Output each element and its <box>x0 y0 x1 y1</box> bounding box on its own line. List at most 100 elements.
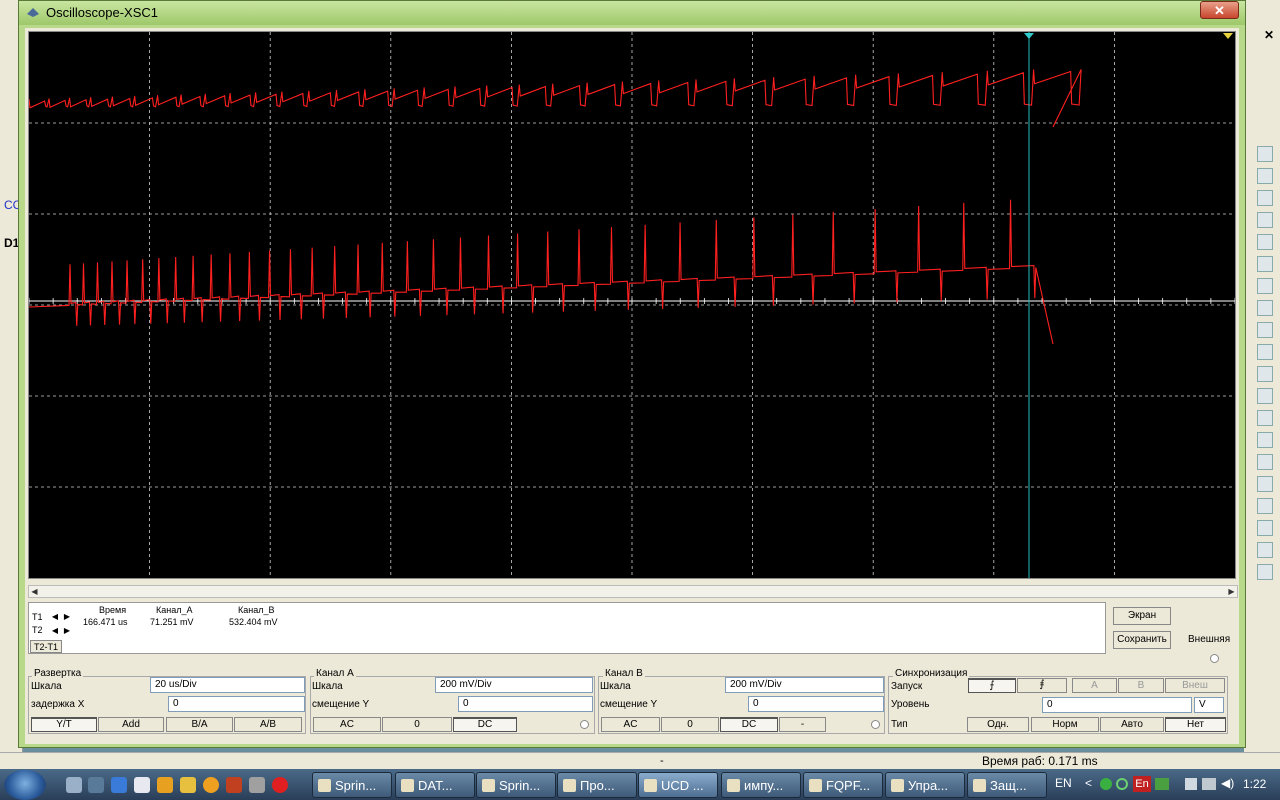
falling-edge-icon: ⨎ <box>1039 679 1045 690</box>
instrument-tool-icon[interactable] <box>1257 542 1273 558</box>
t2-left-arrow-icon[interactable]: ◀ <box>50 626 60 636</box>
tray-battery-icon[interactable] <box>1155 778 1169 790</box>
title-bar[interactable] <box>19 1 1245 25</box>
channel-b-zero-button[interactable]: 0 <box>661 717 719 732</box>
timebase-scale-field[interactable]: 20 us/Div <box>150 677 305 693</box>
instrument-tool-icon[interactable] <box>1257 388 1273 404</box>
media-player-icon[interactable] <box>157 777 173 793</box>
channel-a-offset-field[interactable]: 0 <box>458 696 593 712</box>
show-desktop-icon[interactable] <box>66 777 82 793</box>
save-button[interactable]: Сохранить <box>1113 631 1171 649</box>
trigger-none-button[interactable]: Нет <box>1165 717 1226 732</box>
instrument-tool-icon[interactable] <box>1257 564 1273 580</box>
trigger-source-b-button[interactable]: B <box>1118 678 1164 693</box>
channel-b-offset-field[interactable]: 0 <box>748 696 884 712</box>
trigger-single-button[interactable]: Одн. <box>967 717 1029 732</box>
burn-icon[interactable] <box>203 777 219 793</box>
close-button[interactable]: ✕ <box>1200 1 1239 19</box>
channel-b-trace <box>29 199 1054 345</box>
channel-b-dc-button[interactable]: DC <box>720 717 778 732</box>
falling-edge-button[interactable]: ⨎ <box>1017 678 1067 693</box>
instrument-tool-icon[interactable] <box>1257 234 1273 250</box>
task-button[interactable]: Защ... <box>967 772 1047 798</box>
settings-icon[interactable] <box>226 777 242 793</box>
instrument-tool-icon[interactable] <box>1257 498 1273 514</box>
trigger-source-a-button[interactable]: A <box>1072 678 1117 693</box>
instrument-tool-icon[interactable] <box>1257 146 1273 162</box>
browser-icon[interactable] <box>111 777 127 793</box>
mode-ab-button[interactable]: A/B <box>234 717 302 732</box>
channel-b-ac-button[interactable]: AC <box>601 717 660 732</box>
t1-left-arrow-icon[interactable]: ◀ <box>50 612 60 622</box>
scroll-right-icon[interactable]: ▶ <box>1226 586 1237 597</box>
transistor-icon[interactable] <box>249 777 265 793</box>
scope-display[interactable] <box>29 32 1235 578</box>
language-indicator[interactable]: EN <box>1055 776 1072 790</box>
instrument-tool-icon[interactable] <box>1257 300 1273 316</box>
scroll-left-icon[interactable]: ◀ <box>29 586 40 597</box>
tray-expand-icon[interactable]: < <box>1085 776 1092 790</box>
clock[interactable]: 1:22 <box>1243 777 1266 791</box>
x-delay-field[interactable]: 0 <box>168 696 305 712</box>
notepad-icon[interactable] <box>134 777 150 793</box>
mode-yt-button[interactable]: Y/T <box>31 717 97 732</box>
instrument-tool-icon[interactable] <box>1257 520 1273 536</box>
channel-b-refresh-icon[interactable] <box>871 720 880 729</box>
instrument-tool-icon[interactable] <box>1257 190 1273 206</box>
task-button-active[interactable]: UCD ... <box>638 772 718 798</box>
rising-edge-icon: ⨍ <box>989 680 995 691</box>
task-button[interactable]: Упра... <box>885 772 965 798</box>
tray-lang-badge[interactable]: En <box>1133 776 1151 792</box>
trigger-source-ext-button[interactable]: Внеш <box>1165 678 1225 693</box>
instrument-tool-icon[interactable] <box>1257 212 1273 228</box>
t2-t1-button[interactable]: T2-T1 <box>30 640 62 653</box>
channel-a-ac-button[interactable]: AC <box>313 717 381 732</box>
channel-b-title: Канал B <box>603 668 645 679</box>
t1-right-arrow-icon[interactable]: ▶ <box>62 612 72 622</box>
t2-right-arrow-icon[interactable]: ▶ <box>62 626 72 636</box>
task-icon <box>727 779 740 792</box>
instrument-tool-icon[interactable] <box>1257 168 1273 184</box>
instrument-tool-icon[interactable] <box>1257 432 1273 448</box>
rising-edge-button[interactable]: ⨍ <box>968 678 1016 693</box>
task-button[interactable]: Про... <box>557 772 637 798</box>
channel-a-scale-field[interactable]: 200 mV/Div <box>435 677 593 693</box>
trigger-level-unit[interactable]: V <box>1194 697 1224 713</box>
task-button[interactable]: импу... <box>721 772 801 798</box>
instrument-tool-icon[interactable] <box>1257 344 1273 360</box>
tool-icon[interactable] <box>180 777 196 793</box>
channel-a-dc-button[interactable]: DC <box>453 717 517 732</box>
instrument-tool-icon[interactable] <box>1257 410 1273 426</box>
background-close-icon[interactable]: ✕ <box>1262 28 1276 42</box>
channel-b-scale-field[interactable]: 200 mV/Div <box>725 677 884 693</box>
trigger-normal-button[interactable]: Норм <box>1031 717 1099 732</box>
mode-ba-button[interactable]: B/A <box>166 717 233 732</box>
external-trigger-radio[interactable] <box>1210 654 1219 663</box>
instrument-tool-icon[interactable] <box>1257 256 1273 272</box>
instrument-tool-icon[interactable] <box>1257 322 1273 338</box>
channel-a-refresh-icon[interactable] <box>580 720 589 729</box>
tray-device-icon[interactable] <box>1185 778 1197 790</box>
instrument-tool-icon[interactable] <box>1257 278 1273 294</box>
switch-windows-icon[interactable] <box>88 777 104 793</box>
opera-icon[interactable] <box>272 777 288 793</box>
task-button[interactable]: DAT... <box>395 772 475 798</box>
instrument-tool-icon[interactable] <box>1257 454 1273 470</box>
horizontal-scrollbar[interactable] <box>28 585 1238 598</box>
tray-status-icon[interactable] <box>1100 778 1112 790</box>
mode-add-button[interactable]: Add <box>98 717 164 732</box>
instrument-tool-icon[interactable] <box>1257 476 1273 492</box>
channel-a-zero-button[interactable]: 0 <box>382 717 452 732</box>
trigger-auto-button[interactable]: Авто <box>1100 717 1164 732</box>
trigger-level-field[interactable]: 0 <box>1042 697 1192 713</box>
tray-network-icon[interactable] <box>1116 778 1128 790</box>
instrument-tool-icon[interactable] <box>1257 366 1273 382</box>
reverse-screen-button[interactable]: Экран <box>1113 607 1171 625</box>
channel-b-invert-button[interactable]: - <box>779 717 826 732</box>
tray-monitor-icon[interactable] <box>1202 778 1216 790</box>
start-button[interactable] <box>4 770 46 800</box>
task-button[interactable]: Sprin... <box>312 772 392 798</box>
tray-volume-icon[interactable]: ◀) <box>1221 776 1234 790</box>
task-button[interactable]: FQPF... <box>803 772 883 798</box>
task-button[interactable]: Sprin... <box>476 772 556 798</box>
